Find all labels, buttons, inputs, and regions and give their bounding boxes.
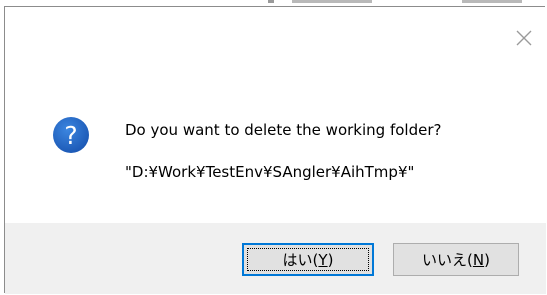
question-icon: ? — [51, 115, 91, 155]
folder-path: "D:¥Work¥TestEnv¥SAngler¥AihTmp¥" — [125, 163, 415, 181]
yes-button[interactable]: はい(Y) — [242, 243, 374, 276]
yes-label-text: はい( — [282, 251, 319, 269]
no-button[interactable]: いいえ(N) — [393, 243, 519, 276]
no-button-label: いいえ(N) — [422, 249, 490, 270]
background-mark — [292, 0, 372, 3]
yes-label-suffix: ) — [327, 251, 334, 269]
message-dialog: ? Do you want to delete the working fold… — [4, 6, 546, 294]
background-mark — [462, 0, 522, 3]
no-label-suffix: ) — [484, 251, 490, 269]
dialog-footer: はい(Y) いいえ(N) — [5, 223, 546, 294]
no-label-text: いいえ( — [422, 251, 473, 269]
yes-accel-key: Y — [318, 251, 328, 269]
background-mark — [268, 0, 274, 3]
yes-button-label: はい(Y) — [283, 249, 334, 270]
close-button[interactable] — [507, 23, 541, 53]
svg-text:?: ? — [64, 121, 77, 150]
dialog-message: Do you want to delete the working folder… — [125, 121, 442, 139]
no-accel-key: N — [472, 251, 485, 269]
close-icon — [516, 30, 532, 46]
